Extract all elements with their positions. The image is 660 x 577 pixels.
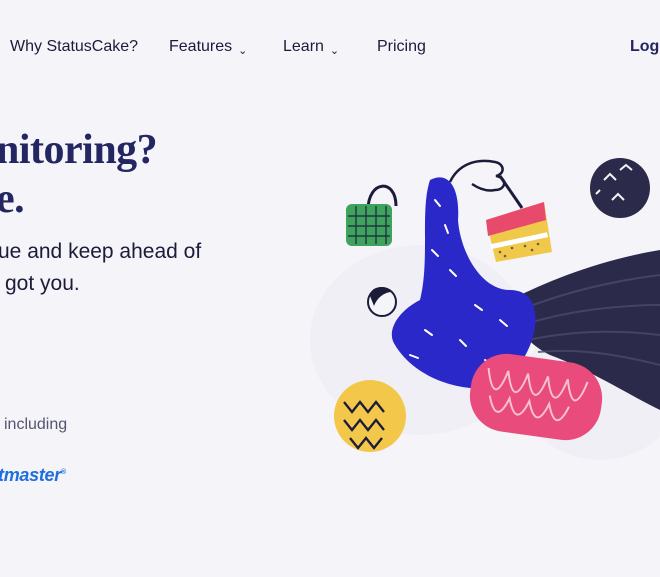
nav-why-statuscake-label: Why StatusCake? [10, 38, 139, 55]
hero-subtitle-line-1: ue and keep ahead of [0, 240, 202, 263]
hero-headline-line-2: e. [0, 176, 25, 222]
nav-learn-label: Learn [283, 38, 324, 55]
nav-why-statuscake[interactable]: Why StatusCake? [10, 38, 138, 56]
nav-features-label: Features [169, 38, 233, 55]
customer-logo: tmaster® [0, 465, 66, 486]
chevron-down-icon: ⌄ [329, 45, 340, 57]
top-navigation: Why StatusCake? Features ⌄ Learn ⌄ Pricing… [0, 0, 660, 96]
person-falling-with-cake-illustration [310, 158, 660, 460]
yellow-zigzag-ball-shape [334, 380, 406, 452]
hand-outline [448, 159, 506, 192]
dark-ball-shape [590, 158, 650, 218]
trusted-by-text: including [4, 416, 68, 433]
nav-pricing[interactable]: Pricing [377, 38, 426, 56]
customer-logo-text: tmaster [0, 465, 61, 485]
nav-pricing-label: Pricing [377, 38, 426, 55]
hero-subtitle-line-2: got you. [5, 272, 80, 295]
person-head-shape [367, 287, 397, 317]
green-padlock-shape [346, 184, 398, 246]
registered-mark: ® [60, 469, 66, 476]
nav-features[interactable]: Features ⌄ [169, 38, 248, 57]
hero-headline-line-1: nitoring? [0, 127, 158, 173]
chevron-down-icon: ⌄ [238, 45, 248, 57]
nav-learn[interactable]: Learn ⌄ [283, 38, 340, 57]
login-link[interactable]: Logi [630, 38, 660, 56]
